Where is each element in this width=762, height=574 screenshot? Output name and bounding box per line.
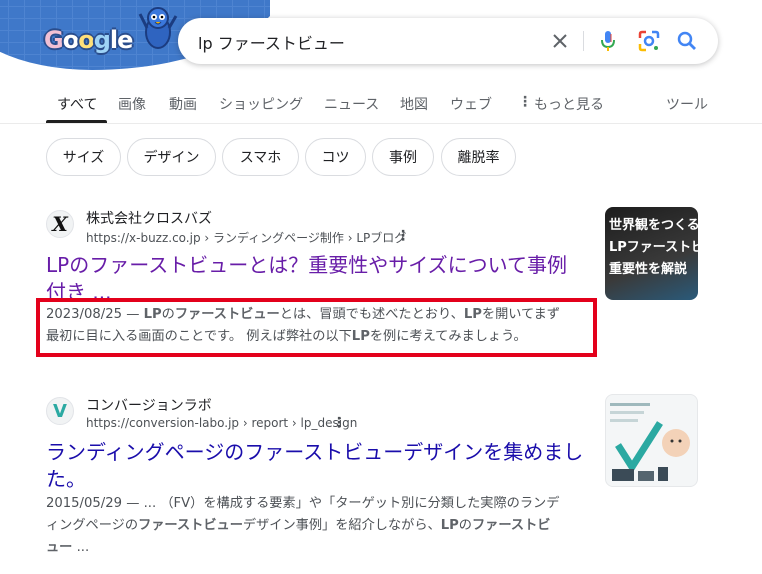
title-line: ランディングページのファーストビューデザインを集めまし [46, 440, 584, 464]
tab-web[interactable]: ウェブ [450, 94, 492, 114]
logo-letter: g [93, 26, 111, 54]
tab-maps[interactable]: 地図 [400, 94, 428, 114]
chip-tips[interactable]: コツ [305, 138, 366, 176]
tab-videos[interactable]: 動画 [169, 94, 197, 114]
tab-images[interactable]: 画像 [118, 94, 146, 114]
tools-button[interactable]: ツール [666, 94, 708, 114]
result-thumbnail[interactable]: 世界観をつくる LPファーストビュ 重要性を解説 [605, 207, 698, 300]
thumbnail-line: 世界観をつくる [609, 218, 698, 233]
snippet-line: ュー ... [46, 537, 591, 559]
mic-icon[interactable] [596, 29, 620, 53]
chip-examples[interactable]: 事例 [372, 138, 434, 176]
tab-news[interactable]: ニュース [324, 94, 379, 114]
snippet-keyword: LP [440, 518, 459, 533]
chip-bounce-rate[interactable]: 離脱率 [441, 138, 516, 176]
snippet-text: ... [72, 540, 90, 555]
snippet-keyword: ュー [46, 540, 73, 555]
site-favicon: V [46, 397, 74, 425]
more-options-icon[interactable]: ⋮ [396, 229, 410, 243]
title-line: た。 [46, 467, 86, 491]
active-tab-indicator [46, 120, 107, 123]
thumbnail-line: 重要性を解説 [609, 262, 688, 277]
result-thumbnail[interactable] [605, 394, 698, 487]
site-name[interactable]: コンバージョンラボ [86, 395, 212, 415]
site-url[interactable]: https://conversion-labo.jp › report › lp… [86, 416, 357, 430]
thumbnail-line: LPファーストビュ [609, 240, 698, 255]
site-url[interactable]: https://x-buzz.co.jp › ランディングページ制作 › LPブ… [86, 229, 406, 246]
snippet-text: の [458, 518, 472, 533]
lens-icon[interactable] [637, 29, 661, 53]
site-name[interactable]: 株式会社クロスバズ [86, 208, 212, 228]
google-logo[interactable]: Google [44, 26, 133, 54]
snippet-text: デザイン事例」を紹介しながら、 [242, 518, 441, 533]
chip-smartphone[interactable]: スマホ [222, 138, 299, 176]
search-icon[interactable] [675, 29, 699, 53]
tab-more[interactable]: もっと見る [534, 94, 604, 114]
search-tabs: すべて 画像 動画 ショッピング ニュース 地図 ウェブ ⋮ もっと見る ツール [0, 84, 762, 124]
result-snippet: 2015/05/29 — ... （FV）を構成する要素」や「ターゲット別に分類… [46, 493, 591, 559]
snippet-text: ィングページの [46, 518, 139, 533]
search-input[interactable]: lp ファーストビュー [198, 30, 345, 54]
tab-shopping[interactable]: ショッピング [219, 94, 303, 114]
tab-all[interactable]: すべて [57, 94, 97, 114]
divider [583, 31, 584, 51]
favicon-letter: V [53, 400, 67, 422]
logo-letter: e [117, 26, 133, 54]
search-box[interactable]: lp ファーストビュー [178, 18, 718, 64]
title-line: LPのファーストビューとは？重要性やサイズについて事例 [46, 253, 568, 277]
favicon-letter: X [52, 212, 68, 236]
result-title-link[interactable]: ランディングページのファーストビューデザインを集めまし た。 [46, 439, 586, 493]
logo-letter: o [78, 26, 94, 54]
snippet-keyword: ファーストビ [471, 518, 551, 533]
thumbnail-image [610, 403, 690, 481]
more-vertical-icon: ⋮ [518, 94, 532, 110]
snippet-line: 2015/05/29 — ... （FV）を構成する要素」や「ターゲット別に分類… [46, 496, 560, 511]
more-options-icon[interactable]: ⋮ [332, 416, 346, 430]
chip-size[interactable]: サイズ [46, 138, 121, 176]
site-favicon: X [46, 210, 74, 238]
highlight-annotation [36, 298, 597, 357]
logo-letter: o [62, 26, 79, 54]
snippet-line: ィングページのファーストビューデザイン事例」を紹介しながら、LPのファーストビ [46, 515, 591, 537]
close-icon[interactable] [548, 29, 572, 53]
logo-letter: G [44, 26, 64, 54]
chip-design[interactable]: デザイン [127, 138, 216, 176]
thumbnail-text: 世界観をつくる LPファーストビュ 重要性を解説 [609, 215, 698, 281]
doodle-character-icon [138, 7, 178, 49]
snippet-keyword: ファーストビュー [138, 518, 243, 533]
